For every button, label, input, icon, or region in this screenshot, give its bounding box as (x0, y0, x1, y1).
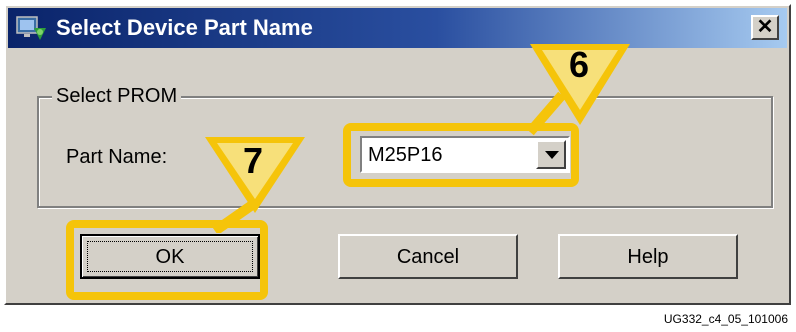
dialog-title: Select Device Part Name (56, 15, 313, 40)
callout-6-number: 6 (569, 44, 590, 85)
title-bar[interactable]: Select Device Part Name ✕ (8, 8, 787, 48)
callout-7-number: 7 (243, 140, 264, 181)
part-name-label: Part Name: (66, 146, 168, 168)
help-button[interactable]: Help (558, 234, 738, 279)
figure-caption: UG332_c4_05_101006 (663, 312, 788, 326)
cancel-button[interactable]: Cancel (338, 234, 518, 279)
app-icon (16, 16, 46, 40)
group-label: Select PROM (52, 84, 182, 108)
close-icon: ✕ (756, 16, 774, 38)
close-button[interactable]: ✕ (751, 15, 779, 40)
